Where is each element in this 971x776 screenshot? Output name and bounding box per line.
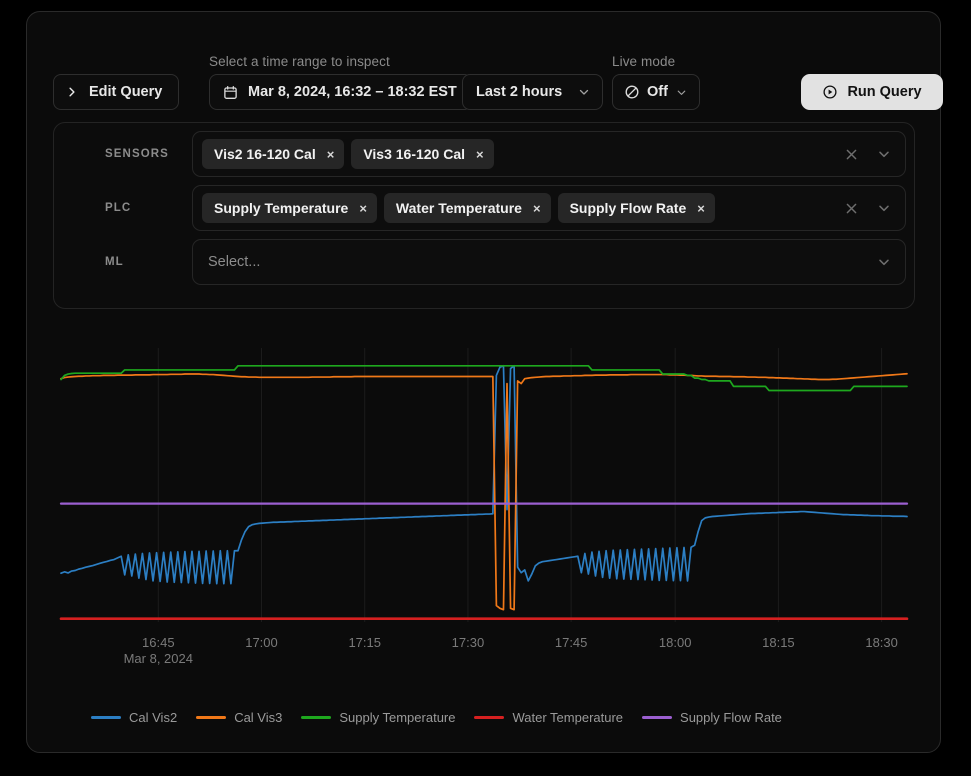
x-axis-tick-label: 18:15	[762, 635, 795, 650]
live-mode-toggle[interactable]: Off	[612, 74, 700, 110]
legend-swatch	[474, 716, 505, 719]
legend-label: Supply Temperature	[339, 710, 456, 725]
query-row-ml: ML Select...	[54, 235, 916, 289]
chip-sensor-1[interactable]: Vis3 16-120 Cal ×	[351, 139, 494, 169]
play-circle-icon	[822, 84, 838, 100]
chip-label: Supply Flow Rate	[569, 200, 687, 216]
chip-plc-1[interactable]: Water Temperature ×	[383, 193, 551, 223]
ml-placeholder: Select...	[208, 254, 261, 270]
chip-plc-0[interactable]: Supply Temperature ×	[202, 193, 377, 223]
edit-query-label: Edit Query	[89, 84, 163, 100]
edit-query-button[interactable]: Edit Query	[53, 74, 180, 110]
chevron-right-icon	[66, 86, 78, 98]
x-axis-date-label: Mar 8, 2024	[124, 651, 193, 666]
run-query-button[interactable]: Run Query	[801, 74, 943, 110]
chip-plc-2[interactable]: Supply Flow Rate ×	[557, 193, 715, 223]
range-preset-value: Last 2 hours	[476, 84, 563, 100]
legend-item-cal-vis2[interactable]: Cal Vis2	[91, 710, 177, 725]
chip-remove-icon[interactable]: ×	[697, 202, 705, 215]
legend-label: Cal Vis2	[129, 710, 178, 725]
query-row-label-sensors: SENSORS	[105, 148, 169, 160]
legend-item-supply-flow-rate[interactable]: Supply Flow Rate	[642, 710, 782, 725]
x-axis-tick-label: 17:30	[452, 635, 485, 650]
query-row-label-ml: ML	[105, 256, 124, 268]
range-preset-select[interactable]: Last 2 hours	[462, 74, 603, 110]
legend-label: Cal Vis3	[234, 710, 283, 725]
x-axis-tick-label: 18:30	[865, 635, 898, 650]
live-mode-section-label: Live mode	[612, 54, 676, 69]
legend-swatch	[642, 716, 673, 719]
query-row-plc: PLC Supply Temperature × Water Temperatu…	[54, 181, 916, 235]
chevron-down-icon[interactable]	[871, 141, 897, 167]
chart-legend: Cal Vis2 Cal Vis3 Supply Temperature Water …	[91, 710, 782, 725]
query-panel: SENSORS Vis2 16-120 Cal × Vis3 16-120 Ca…	[53, 122, 915, 309]
circle-slash-icon	[624, 84, 640, 100]
chevron-down-icon	[577, 85, 591, 99]
live-mode-value: Off	[647, 84, 668, 100]
legend-label: Water Temperature	[512, 710, 624, 725]
legend-swatch	[91, 716, 121, 719]
plc-multiselect[interactable]: Supply Temperature × Water Temperature ×…	[192, 185, 906, 231]
timeseries-chart[interactable]: 16:45 17:00 17:15 17:30 17:45 18:00 18:15 18:30…	[53, 330, 915, 730]
query-row-label-plc: PLC	[105, 202, 132, 214]
clear-all-icon[interactable]	[838, 141, 864, 167]
run-query-label: Run Query	[847, 84, 922, 100]
ml-multiselect[interactable]: Select...	[192, 239, 906, 285]
chip-sensor-0[interactable]: Vis2 16-120 Cal ×	[202, 139, 345, 169]
calendar-icon	[223, 85, 238, 100]
time-range-section-label: Select a time range to inspect	[209, 54, 390, 69]
toolbar: Select a time range to inspect Live mode…	[53, 41, 943, 113]
clear-all-icon[interactable]	[838, 195, 864, 221]
x-axis-tick-label: 18:00	[659, 635, 692, 650]
legend-swatch	[301, 716, 332, 719]
chevron-down-icon	[675, 86, 688, 99]
legend-swatch	[196, 716, 227, 719]
x-axis-tick-label: 17:45	[555, 635, 588, 650]
legend-item-water-temperature[interactable]: Water Temperature	[474, 710, 623, 725]
chart-canvas[interactable]: 16:45 17:00 17:15 17:30 17:45 18:00 18:15 18:30…	[53, 330, 915, 700]
query-row-sensors: SENSORS Vis2 16-120 Cal × Vis3 16-120 Ca…	[54, 127, 916, 181]
chip-label: Water Temperature	[395, 200, 522, 216]
legend-item-cal-vis3[interactable]: Cal Vis3	[196, 710, 282, 725]
x-axis-tick-label: 17:15	[348, 635, 381, 650]
x-axis-tick-label: 16:45	[142, 635, 175, 650]
chip-remove-icon[interactable]: ×	[533, 202, 541, 215]
time-range-value: Mar 8, 2024, 16:32 – 18:32 EST	[248, 84, 457, 100]
chevron-down-icon[interactable]	[871, 195, 897, 221]
x-axis-tick-label: 17:00	[245, 635, 278, 650]
chip-label: Vis2 16-120 Cal	[214, 146, 316, 162]
chip-remove-icon[interactable]: ×	[359, 202, 367, 215]
query-explorer-card: Select a time range to inspect Live mode…	[26, 11, 943, 753]
app-root: Select a time range to inspect Live mode…	[0, 0, 971, 776]
legend-item-supply-temperature[interactable]: Supply Temperature	[301, 710, 455, 725]
chevron-down-icon[interactable]	[871, 249, 897, 275]
series-line-cal-vis2	[60, 364, 908, 585]
chip-label: Supply Temperature	[214, 200, 349, 216]
legend-label: Supply Flow Rate	[680, 710, 782, 725]
chip-remove-icon[interactable]: ×	[327, 148, 335, 161]
sensors-multiselect[interactable]: Vis2 16-120 Cal × Vis3 16-120 Cal ×	[192, 131, 906, 177]
time-range-button[interactable]: Mar 8, 2024, 16:32 – 18:32 EST	[209, 74, 472, 110]
chip-remove-icon[interactable]: ×	[476, 148, 484, 161]
chip-label: Vis3 16-120 Cal	[363, 146, 466, 162]
